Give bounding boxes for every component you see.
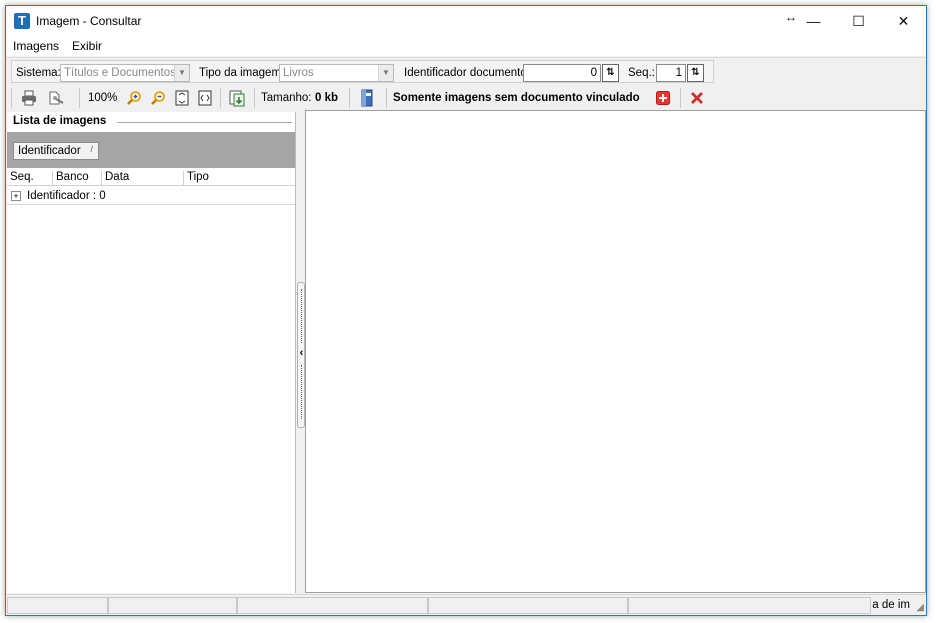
status-cell [237,597,428,614]
splitter-handle[interactable]: ‹ [297,282,305,428]
panel-splitter[interactable]: ‹ [297,112,305,593]
window-title: Imagem - Consultar [36,14,142,28]
add-icon[interactable] [653,88,673,108]
tipo-imagem-label: Tipo da imagem: [199,67,285,79]
toolbar-separator [349,88,350,108]
image-list-panel: Lista de imagens Identificador / Seq. Ba… [7,112,296,593]
filter-sem-documento-label[interactable]: Somente imagens sem documento vinculado [393,92,640,104]
book-icon[interactable] [357,88,377,108]
group-chip-label: Identificador [18,145,81,157]
status-cell [108,597,237,614]
print-icon[interactable] [19,88,39,108]
fit-width-icon[interactable] [195,88,215,108]
status-bar: a de im ◢ [6,594,926,615]
toolbar-separator [11,88,12,108]
export-icon[interactable] [227,88,247,108]
title-divider [117,122,292,123]
identificador-spin-icon[interactable]: ⇅ [602,64,619,82]
group-row[interactable]: + Identificador : 0 [7,187,295,205]
application-window: T Imagem - Consultar ↔ — ☐ ✕ Imagens Exi… [5,5,927,616]
zoom-out-icon[interactable] [148,88,168,108]
toolbar-separator [79,88,80,108]
status-text: a de im [872,599,910,611]
seq-spin-icon[interactable]: ⇅ [687,64,704,82]
maximize-button[interactable]: ☐ [836,6,881,36]
chevron-down-icon[interactable]: ▼ [378,65,393,81]
toolbar-separator [386,88,387,108]
seq-input[interactable]: 1 [656,64,686,82]
status-cell [628,597,871,614]
status-cell [7,597,108,614]
grip-dots [301,289,302,343]
group-by-identificador-chip[interactable]: Identificador / [13,142,99,160]
tipo-imagem-select[interactable]: Livros ▼ [279,64,394,82]
toolbar-separator [254,88,255,108]
close-button[interactable]: ✕ [881,6,926,36]
tamanho-value: 0 kb [315,92,339,104]
scan-icon[interactable] [46,88,66,108]
column-header-seq[interactable]: Seq. [7,171,53,185]
group-row-label: Identificador : 0 [27,190,106,202]
column-header-tipo[interactable]: Tipo [184,171,295,185]
image-toolbar: 100% Tamanho: 0 kb Somente imagens sem d… [6,85,926,111]
tipo-imagem-value: Livros [283,67,314,79]
collapse-left-icon[interactable]: ‹ [298,347,305,359]
filter-toolbar: Sistema: Títulos e Documentos ▼ Tipo da … [6,57,926,84]
grid-header: Seq. Banco Data Tipo [7,169,295,186]
zoom-level[interactable]: 100% [88,92,117,104]
seq-label: Seq.: [628,67,655,79]
status-cell [428,597,628,614]
menu-bar: Imagens Exibir [6,36,926,56]
menu-imagens[interactable]: Imagens [13,39,59,53]
toolbar-separator [680,88,681,108]
title-bar: T Imagem - Consultar ↔ — ☐ ✕ [6,6,926,36]
fit-page-icon[interactable] [172,88,192,108]
grip-dots [301,365,302,419]
identificador-label: Identificador documento: [404,67,530,79]
filter-group: Sistema: Títulos e Documentos ▼ Tipo da … [11,60,714,83]
sistema-value: Títulos e Documentos [64,67,176,79]
minimize-button[interactable]: — [791,6,836,36]
column-header-data[interactable]: Data [102,171,184,185]
sistema-select[interactable]: Títulos e Documentos ▼ [60,64,190,82]
sort-indicator-icon: / [90,144,93,154]
app-logo-icon: T [14,13,30,29]
image-viewer[interactable] [305,110,926,593]
zoom-in-icon[interactable] [124,88,144,108]
sistema-label: Sistema: [16,67,61,79]
chevron-down-icon[interactable]: ▼ [174,65,189,81]
menu-exibir[interactable]: Exibir [72,39,102,53]
remove-icon[interactable] [687,88,707,108]
column-header-banco[interactable]: Banco [53,171,102,185]
expand-icon[interactable]: + [11,191,21,201]
group-by-area: Identificador / [7,132,295,168]
tamanho-label: Tamanho: [261,92,312,104]
image-list-title: Lista de imagens [13,115,107,127]
toolbar-separator [220,88,221,108]
identificador-input[interactable]: 0 [523,64,601,82]
resize-grip-icon[interactable]: ◢ [916,602,924,613]
